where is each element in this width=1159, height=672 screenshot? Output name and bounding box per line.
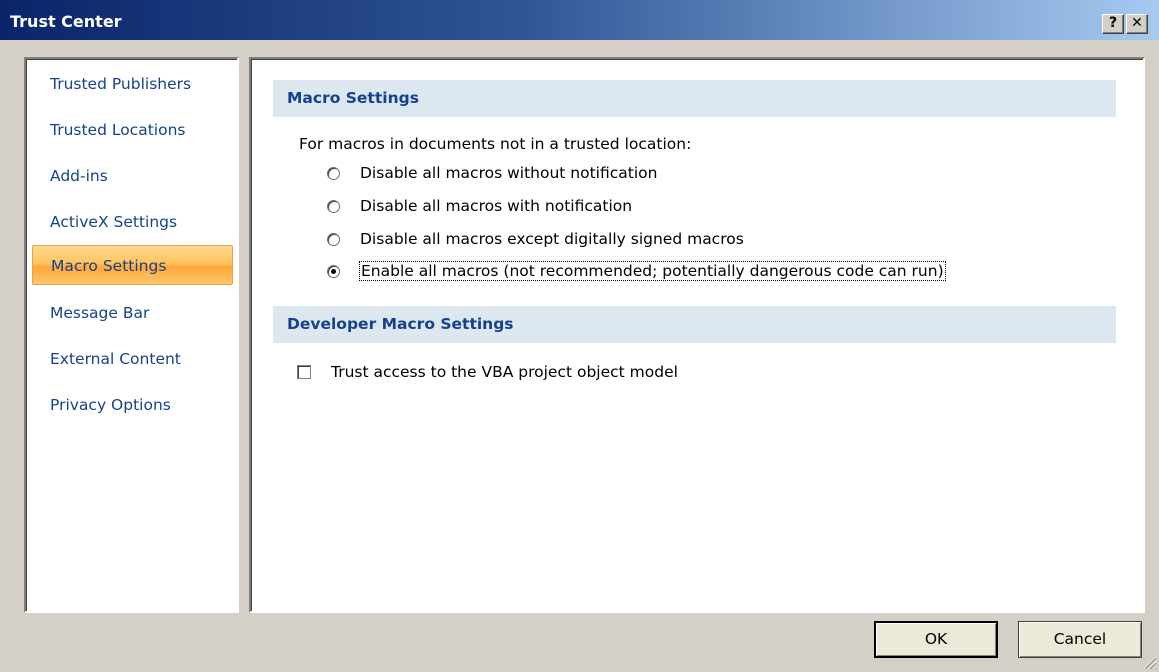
radio-disable-no-notification[interactable]: Disable all macros without notification [327, 161, 657, 185]
close-button[interactable]: ✕ [1126, 14, 1148, 34]
radio-button[interactable] [327, 199, 340, 213]
window-title: Trust Center [10, 12, 122, 31]
trust-vba-checkbox-row[interactable]: Trust access to the VBA project object m… [297, 360, 678, 384]
sidebar-item-macro-settings[interactable]: Macro Settings [32, 245, 233, 285]
macro-settings-header: Macro Settings [273, 80, 1116, 117]
developer-settings-header: Developer Macro Settings [273, 306, 1116, 343]
title-bar[interactable]: Trust Center ? ✕ [0, 0, 1159, 42]
sidebar-item-add-ins[interactable]: Add-ins [32, 156, 233, 196]
sidebar-item-privacy-options[interactable]: Privacy Options [32, 385, 233, 425]
radio-disable-except-signed[interactable]: Disable all macros except digitally sign… [327, 227, 744, 251]
settings-panel: Macro Settings For macros in documents n… [249, 57, 1145, 613]
sidebar-item-activex-settings[interactable]: ActiveX Settings [32, 202, 233, 242]
trust-vba-label: Trust access to the VBA project object m… [331, 363, 678, 381]
radio-enable-all[interactable]: Enable all macros (not recommended; pote… [327, 259, 946, 283]
radio-label: Enable all macros (not recommended; pote… [359, 261, 946, 281]
radio-label: Disable all macros with notification [360, 197, 633, 215]
macro-settings-description: For macros in documents not in a trusted… [299, 135, 692, 153]
radio-label: Disable all macros except digitally sign… [360, 230, 744, 248]
trust-center-dialog: Trust Center ? ✕ Trusted Publishers Trus… [0, 0, 1159, 672]
radio-button-selected[interactable] [327, 264, 340, 278]
sidebar-item-trusted-locations[interactable]: Trusted Locations [32, 110, 233, 150]
radio-label: Disable all macros without notification [360, 164, 658, 182]
trust-vba-checkbox[interactable] [297, 365, 311, 379]
cancel-button[interactable]: Cancel [1018, 621, 1142, 658]
resize-grip-icon[interactable] [1141, 654, 1157, 670]
sidebar-item-external-content[interactable]: External Content [32, 339, 233, 379]
ok-button[interactable]: OK [874, 621, 998, 658]
sidebar-item-trusted-publishers[interactable]: Trusted Publishers [32, 64, 233, 104]
help-button[interactable]: ? [1102, 14, 1124, 34]
sidebar-nav: Trusted Publishers Trusted Locations Add… [24, 57, 239, 613]
radio-button[interactable] [327, 166, 340, 180]
radio-disable-with-notification[interactable]: Disable all macros with notification [327, 194, 632, 218]
sidebar-item-message-bar[interactable]: Message Bar [32, 293, 233, 333]
radio-button[interactable] [327, 232, 340, 246]
